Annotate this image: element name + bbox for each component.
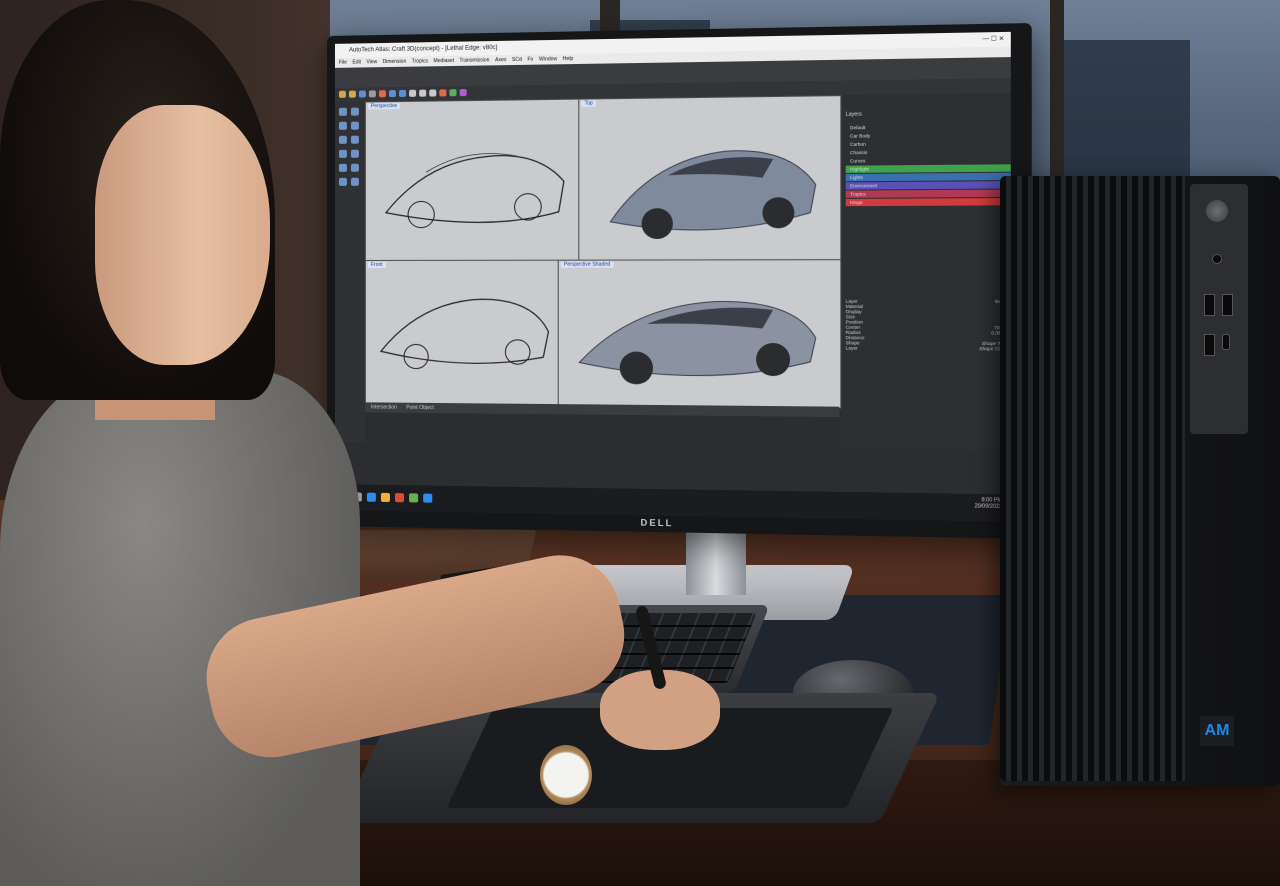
layer-row[interactable]: Environment: [846, 181, 1011, 189]
transform-tool-icon[interactable]: [351, 164, 359, 172]
render-icon[interactable]: [439, 89, 446, 96]
viewport-front[interactable]: Front: [365, 260, 560, 407]
layer-icon[interactable]: [449, 89, 456, 96]
layers-header: Layers: [846, 111, 862, 117]
zoom-icon[interactable]: [419, 90, 426, 97]
window-controls[interactable]: — ☐ ✕: [967, 32, 1004, 47]
layer-row[interactable]: Hinge: [846, 198, 1011, 206]
layer-row[interactable]: Highlight: [846, 164, 1011, 173]
person-face: [95, 105, 270, 365]
redo-icon[interactable]: [399, 90, 406, 97]
wireframe-car: [366, 100, 579, 261]
menu-edit[interactable]: Edit: [352, 59, 361, 65]
array-tool-icon[interactable]: [351, 178, 359, 186]
usb-port[interactable]: [1204, 334, 1215, 356]
menu-mediaset[interactable]: Mediaset: [433, 58, 454, 64]
usb-port[interactable]: [1222, 294, 1233, 316]
mesh-tool-icon[interactable]: [339, 164, 347, 172]
left-toolbox: [335, 101, 365, 442]
new-icon[interactable]: [339, 91, 346, 98]
menu-tropics[interactable]: Tropics: [412, 58, 428, 64]
photo-scene: AutoTech Atlas: Craft 3D(concept) - [Let…: [0, 0, 1280, 886]
layer-row[interactable]: Curves: [846, 156, 1011, 165]
surface-tool-icon[interactable]: [339, 150, 347, 158]
layer-row[interactable]: Lights: [846, 173, 1011, 182]
cut-icon[interactable]: [379, 90, 386, 97]
power-button-icon[interactable]: [1206, 200, 1228, 222]
layer-name: Curves: [850, 158, 865, 163]
app-icon[interactable]: [423, 494, 432, 503]
layer-row[interactable]: Tropics: [846, 190, 1011, 198]
menu-help[interactable]: Help: [563, 56, 574, 62]
layer-name: Car Body: [850, 133, 870, 138]
app-icon[interactable]: [409, 493, 418, 502]
undo-icon[interactable]: [389, 90, 396, 97]
properties-panel: Layer Body Material Display Size Positio…: [846, 299, 1007, 352]
property-label: Layer: [846, 345, 858, 350]
layer-name: Lights: [850, 175, 863, 180]
tab-intersection[interactable]: Intersection: [371, 404, 397, 410]
tower-brand-badge: AM: [1200, 716, 1234, 746]
layer-name: Default: [850, 125, 865, 130]
rotate-icon[interactable]: [429, 89, 436, 96]
viewport-top[interactable]: Top: [578, 95, 841, 262]
line-tool-icon[interactable]: [339, 122, 347, 130]
tower-io-panel: [1190, 184, 1248, 434]
monitor-brand-logo: DELL: [641, 517, 674, 528]
wireframe-car: [366, 261, 559, 405]
pan-icon[interactable]: [409, 90, 416, 97]
app-icon[interactable]: [395, 493, 404, 502]
layer-row[interactable]: Carbon: [846, 139, 1011, 148]
shaded-car: [579, 96, 840, 260]
folder-icon[interactable]: [381, 493, 390, 502]
mirror-tool-icon[interactable]: [339, 178, 347, 186]
menu-view[interactable]: View: [366, 59, 377, 65]
layer-name: Highlight: [850, 167, 869, 172]
circle-tool-icon[interactable]: [339, 136, 347, 144]
save-icon[interactable]: [359, 90, 366, 97]
tower-vent-grille: [1000, 176, 1185, 781]
clock-date: 20/09/2022: [975, 503, 1002, 510]
layer-name: Environment: [850, 183, 877, 188]
usb-c-port[interactable]: [1222, 334, 1230, 350]
material-icon[interactable]: [460, 89, 467, 96]
usb-port[interactable]: [1204, 294, 1215, 316]
desktop-tower: AM: [1000, 176, 1280, 786]
menu-fo[interactable]: Fo: [527, 57, 533, 63]
monitor: AutoTech Atlas: Craft 3D(concept) - [Let…: [327, 23, 1032, 539]
monitor-screen: AutoTech Atlas: Craft 3D(concept) - [Let…: [335, 32, 1011, 522]
tab-point-object[interactable]: Point Object: [406, 405, 433, 411]
layer-name: Tropics: [850, 192, 866, 197]
select-tool-icon[interactable]: [339, 108, 347, 116]
menu-transmission[interactable]: Transmission: [460, 57, 490, 64]
shaded-car: [559, 260, 841, 407]
wristwatch: [540, 745, 592, 805]
menu-window[interactable]: Window: [539, 56, 557, 62]
app-title: AutoTech Atlas: Craft 3D(concept) - [Let…: [335, 45, 497, 54]
arc-tool-icon[interactable]: [351, 136, 359, 144]
viewport-perspective[interactable]: Perspective: [365, 99, 580, 262]
print-icon[interactable]: [369, 90, 376, 97]
property-row: Layer Shape Cloth: [846, 345, 1007, 351]
layer-name: Chassis: [850, 150, 867, 155]
open-icon[interactable]: [349, 91, 356, 98]
menu-file[interactable]: File: [339, 60, 347, 66]
audio-jack[interactable]: [1212, 254, 1222, 264]
point-tool-icon[interactable]: [351, 108, 359, 116]
windows-taskbar: 8:00 PM 20/09/2022: [335, 484, 1011, 522]
solid-tool-icon[interactable]: [351, 150, 359, 158]
viewport-perspective-shaded[interactable]: Perspective Shaded: [558, 259, 842, 409]
layers-panel: Layers Default Car Body Carbon Chassis C…: [841, 93, 1010, 450]
edge-icon[interactable]: [367, 493, 376, 502]
menu-axes[interactable]: Axes: [495, 57, 506, 63]
taskbar-clock[interactable]: 8:00 PM 20/09/2022: [975, 497, 1002, 510]
layer-name: Carbon: [850, 142, 866, 147]
layer-row[interactable]: Chassis: [846, 147, 1011, 156]
menu-scd[interactable]: SCd: [512, 57, 522, 63]
layer-name: Hinge: [850, 200, 863, 205]
menu-dimension[interactable]: Dimension: [383, 59, 407, 65]
curve-tool-icon[interactable]: [351, 122, 359, 130]
